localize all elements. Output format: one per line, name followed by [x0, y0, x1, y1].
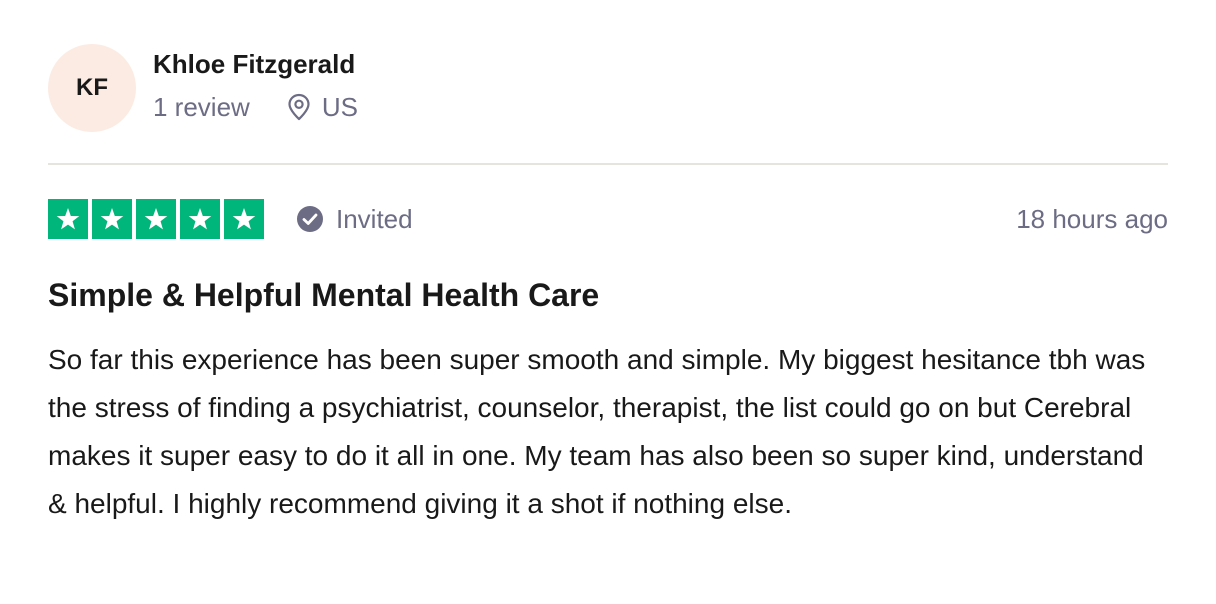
star-box [180, 199, 220, 239]
star-icon [144, 207, 168, 230]
star-box [224, 199, 264, 239]
star-box [48, 199, 88, 239]
star-rating [48, 199, 264, 239]
review-card: KF Khloe Fitzgerald 1 review US Invited … [48, 44, 1168, 519]
star-icon [56, 207, 80, 230]
star-box [92, 199, 132, 239]
check-circle-icon [296, 205, 324, 233]
consumer-info: Khloe Fitzgerald 1 review US [153, 49, 358, 122]
consumer-profile-link[interactable]: KF Khloe Fitzgerald 1 review US [48, 44, 1168, 132]
review-body: So far this experience has been super sm… [48, 344, 1146, 519]
star-icon [188, 207, 212, 230]
review-count: 1 review [153, 92, 250, 122]
avatar-initials: KF [76, 74, 108, 101]
invited-label: Invited [336, 203, 413, 234]
divider [48, 163, 1168, 165]
consumer-meta: 1 review US [153, 92, 358, 122]
star-icon [100, 207, 124, 230]
location-pin-icon [286, 93, 312, 121]
invited-badge[interactable]: Invited [296, 204, 413, 235]
review-date: 18 hours ago [1016, 203, 1168, 234]
avatar: KF [48, 44, 136, 132]
star-icon [232, 207, 256, 230]
rating-row: Invited 18 hours ago [48, 199, 1168, 239]
star-box [136, 199, 176, 239]
location-label: US [321, 92, 358, 122]
consumer-name[interactable]: Khloe Fitzgerald [153, 48, 358, 80]
review-title[interactable]: Simple & Helpful Mental Health Care [48, 274, 599, 316]
consumer-location: US [286, 92, 358, 122]
